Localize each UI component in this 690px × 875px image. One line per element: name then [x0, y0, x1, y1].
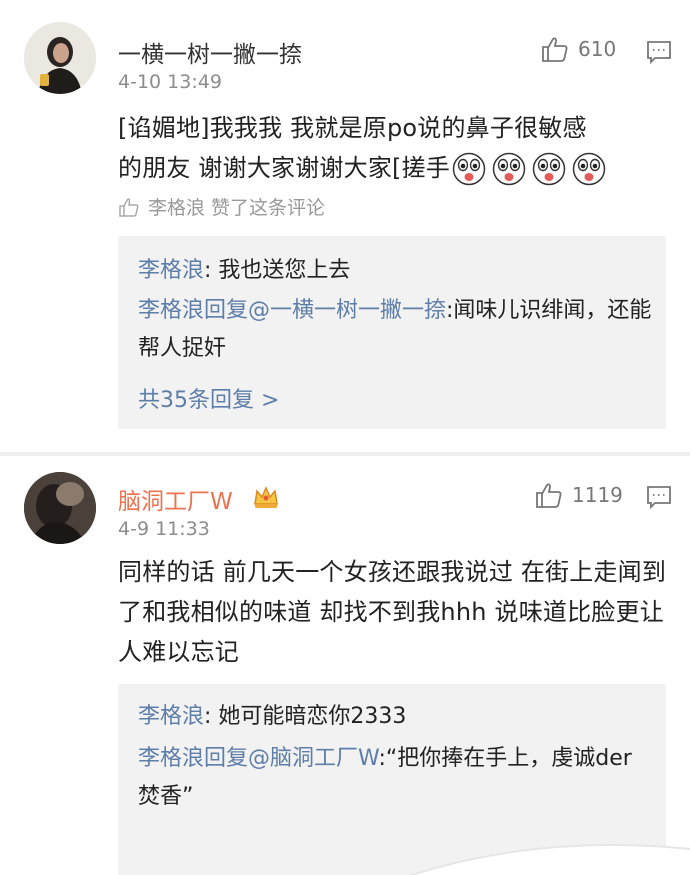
reply-author[interactable]: 李格浪 — [138, 704, 204, 729]
thumbs-up-icon — [542, 37, 568, 62]
comment-item: 脑洞工厂W 4-9 11:33 1119 同样的话 前几天一个女孩还跟我说过 在… — [0, 456, 690, 875]
thumbs-up-icon — [536, 483, 562, 508]
timestamp: 4-10 13:49 — [118, 71, 222, 93]
comment-item: 一横一树一撇一捺 4-10 13:49 610 [谄媚地]我我我 我就是原po说… — [0, 0, 690, 452]
reply-author[interactable]: 李格浪回复@脑洞工厂W — [138, 746, 378, 771]
comment-icon[interactable] — [646, 40, 672, 64]
reply-text: : 我也送您上去 — [204, 258, 351, 283]
comment-icon[interactable] — [646, 485, 672, 509]
like-button[interactable]: 610 — [540, 34, 616, 64]
more-replies-link[interactable]: 共35条回复 > — [138, 382, 279, 414]
reply-author[interactable]: 李格浪 — [138, 258, 204, 283]
avatar[interactable] — [24, 472, 96, 544]
reply-item[interactable]: 李格浪: 我也送您上去 — [138, 252, 653, 290]
emoji-icon — [572, 152, 606, 186]
username[interactable]: 一横一树一撇一捺 — [118, 35, 302, 69]
timestamp: 4-9 11:33 — [118, 518, 210, 540]
emoji-icon — [452, 152, 486, 186]
reply-box: 李格浪: 我也送您上去 李格浪回复@一横一树一撇一捺:闻味儿识绯闻，还能帮人捉奸… — [118, 236, 666, 429]
username[interactable]: 脑洞工厂W — [118, 482, 233, 516]
comment-text-part: 的朋友 谢谢大家谢谢大家[搓手 — [118, 154, 450, 182]
reply-item[interactable]: 李格浪回复@一横一树一撇一捺:闻味儿识绯闻，还能帮人捉奸 — [138, 292, 653, 368]
like-button[interactable]: 1119 — [534, 480, 623, 510]
emoji-icon — [492, 152, 526, 186]
like-count: 1119 — [572, 483, 623, 507]
page-curl-overlay — [408, 844, 690, 875]
reply-author[interactable]: 李格浪回复@一横一树一撇一捺 — [138, 298, 446, 323]
comment-text: [谄媚地]我我我 我就是原po说的鼻子很敏感 的朋友 谢谢大家谢谢大家[搓手 — [118, 108, 668, 188]
avatar[interactable] — [24, 22, 96, 94]
reply-item[interactable]: 李格浪: 她可能暗恋你2333 — [138, 698, 653, 736]
emoji-row — [452, 152, 606, 186]
emoji-icon — [532, 152, 566, 186]
liked-by-text: 李格浪 赞了这条评论 — [148, 197, 326, 219]
comment-text-line: 的朋友 谢谢大家谢谢大家[搓手 — [118, 148, 668, 188]
reply-text: : 她可能暗恋你2333 — [204, 704, 407, 729]
like-count: 610 — [578, 37, 617, 61]
comment-text-line: [谄媚地]我我我 我就是原po说的鼻子很敏感 — [118, 114, 587, 142]
reply-item[interactable]: 李格浪回复@脑洞工厂W:“把你捧在手上，虔诚der焚香” — [138, 740, 653, 816]
liked-by-row: 李格浪 赞了这条评论 — [118, 193, 325, 220]
crown-icon — [254, 486, 278, 508]
comment-text: 同样的话 前几天一个女孩还跟我说过 在街上走闻到了和我相似的味道 却找不到我hh… — [118, 558, 667, 666]
thumbs-up-icon — [119, 197, 139, 217]
